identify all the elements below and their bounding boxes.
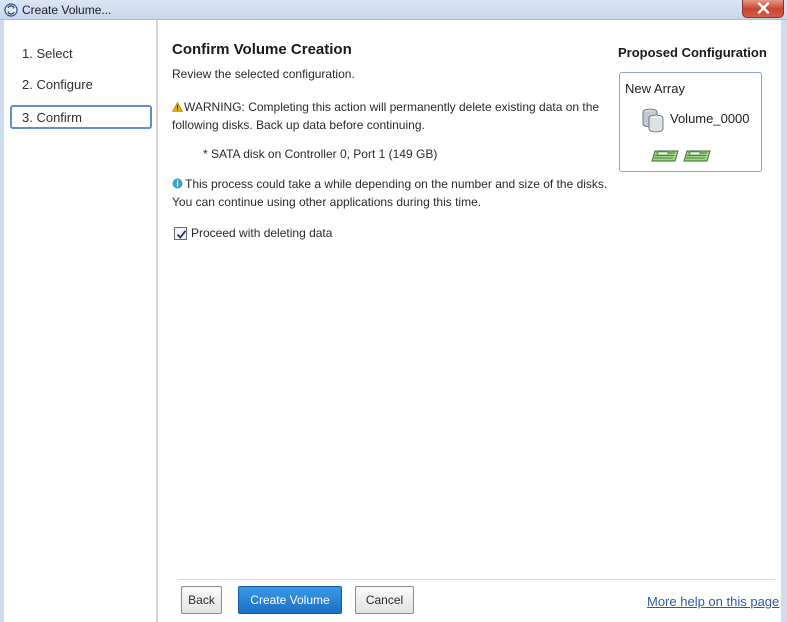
cancel-button[interactable]: Cancel (355, 586, 414, 614)
step-configure[interactable]: 2. Configure (10, 74, 152, 98)
proceed-checkbox-label[interactable]: Proceed with deleting data (191, 226, 332, 240)
window-title: Create Volume... (22, 3, 112, 17)
step-select[interactable]: 1. Select (10, 43, 152, 67)
disk-list-item: * SATA disk on Controller 0, Port 1 (149… (203, 147, 438, 161)
volume-label: Volume_0000 (670, 111, 750, 126)
title-bar: Create Volume... (0, 0, 787, 20)
main-panel: Confirm Volume Creation Review the selec… (158, 20, 781, 622)
step-confirm[interactable]: 3. Confirm (10, 105, 152, 129)
disk-icon (650, 149, 680, 166)
close-icon (757, 2, 770, 14)
info-icon (172, 176, 183, 189)
close-button[interactable] (742, 0, 784, 18)
back-button[interactable]: Back (181, 586, 222, 614)
volume-icon (642, 107, 666, 136)
checkmark-icon (176, 230, 187, 239)
footer-divider (178, 579, 776, 580)
disk-icon (682, 149, 712, 166)
page-title: Confirm Volume Creation (172, 41, 352, 58)
warning-text: WARNING: Completing this action will per… (172, 100, 600, 132)
window-frame-right (781, 20, 787, 622)
warning-message: WARNING: Completing this action will per… (171, 98, 612, 134)
page-subtitle: Review the selected configuration. (172, 67, 355, 81)
proposed-config-title: Proposed Configuration (618, 45, 767, 60)
array-label: New Array (625, 81, 685, 96)
info-message: This process could take a while dependin… (172, 175, 612, 211)
help-link[interactable]: More help on this page (647, 594, 779, 609)
wizard-sidebar: 1. Select 2. Configure 3. Confirm (4, 20, 157, 622)
info-text: This process could take a while dependin… (172, 177, 608, 209)
create-volume-button[interactable]: Create Volume (238, 586, 342, 614)
warning-icon (171, 99, 184, 112)
app-icon (4, 3, 18, 17)
proceed-checkbox[interactable] (174, 227, 187, 240)
proposed-config-box: New Array Volume_0000 (619, 72, 762, 172)
